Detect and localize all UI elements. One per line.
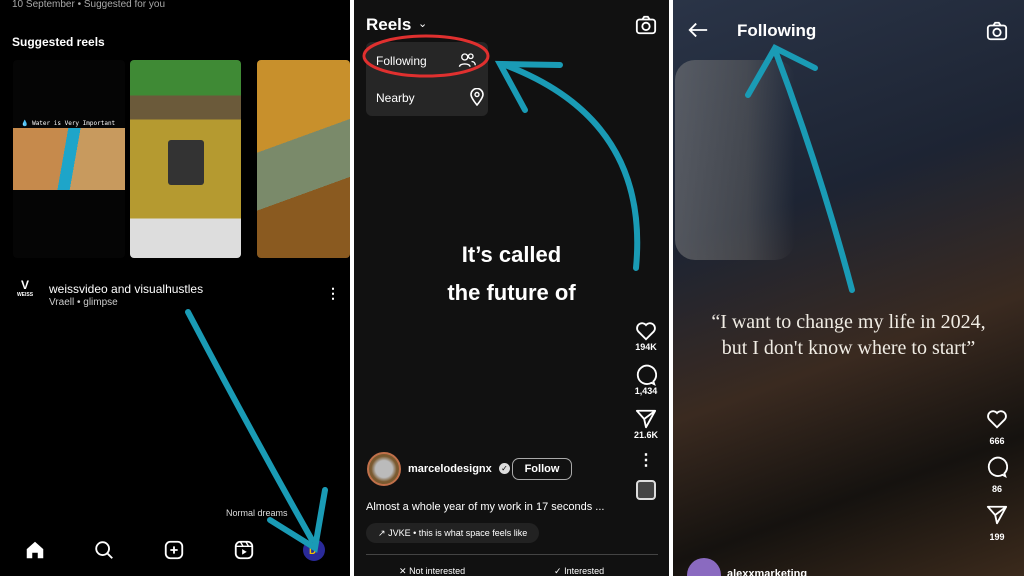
audio-thumbnail[interactable] [636, 480, 656, 500]
divider [366, 554, 658, 555]
close-icon: ✕ [399, 566, 407, 576]
interested-button[interactable]: ✓ Interested [554, 566, 604, 576]
heart-icon[interactable] [626, 320, 666, 342]
comment-icon[interactable] [626, 364, 666, 386]
more-options-icon[interactable]: ⋮ [326, 285, 340, 302]
reels-icon[interactable] [233, 539, 255, 566]
post-meta: 10 September • Suggested for you [12, 0, 166, 10]
username[interactable]: marcelodesignx [408, 463, 492, 475]
share-count: 199 [989, 532, 1005, 542]
action-rail: 666 86 199 [977, 408, 1017, 542]
feed-title[interactable]: Following [737, 21, 816, 41]
video-overlay-text: It’s called the future of [447, 242, 576, 305]
thumbnail-image [13, 128, 125, 190]
comment-count: 86 [991, 484, 1002, 494]
highlight-circle [362, 34, 490, 78]
create-icon[interactable] [163, 539, 185, 566]
like-count: 666 [989, 436, 1005, 446]
section-title: Suggested reels [12, 35, 105, 49]
back-arrow-icon[interactable] [687, 20, 709, 45]
svg-text:D: D [309, 546, 316, 557]
bottom-nav: D [0, 528, 350, 576]
menu-item-nearby[interactable]: Nearby [376, 91, 415, 105]
reel-audio[interactable]: Vraell • glimpse [49, 297, 118, 308]
comment-count: 1,434 [634, 386, 658, 396]
action-rail: 194K 1,434 21.6K ⋮ [626, 320, 666, 500]
avatar[interactable] [687, 558, 721, 576]
not-interested-button[interactable]: ✕ Not interested [399, 566, 465, 576]
thumbnail-caption: 💧 Water is Very Important [21, 120, 116, 127]
overlay-text: Normal dreams [226, 508, 288, 518]
follow-button[interactable]: Follow [512, 458, 572, 480]
profile-icon[interactable]: D [302, 538, 326, 567]
comment-icon[interactable] [977, 456, 1017, 478]
share-icon[interactable] [626, 408, 666, 430]
author-avatar[interactable]: V WEISS [10, 278, 40, 298]
thumbnail-object [168, 140, 204, 185]
verified-icon: ✓ [499, 463, 510, 474]
quote-overlay: “I want to change my life in 2024, but I… [711, 311, 986, 359]
reels-panel: Reels ⌄ Following Nearby It’s called the… [354, 0, 669, 576]
avatar[interactable] [367, 452, 401, 486]
reel-thumbnail-3[interactable] [257, 60, 350, 258]
arrow-up-right-icon: ↗ [378, 528, 386, 538]
search-icon[interactable] [93, 539, 115, 566]
camera-icon[interactable] [986, 20, 1008, 42]
reel-authors[interactable]: weissvideo and visualhustles [49, 282, 203, 296]
more-options-icon[interactable]: ⋮ [626, 450, 666, 470]
video-background [675, 60, 795, 260]
heart-icon[interactable] [977, 408, 1017, 430]
camera-icon[interactable] [635, 14, 657, 36]
check-icon: ✓ [554, 566, 562, 576]
caption[interactable]: Almost a whole year of my work in 17 sec… [366, 501, 604, 513]
audio-chip[interactable]: ↗ JVKE • this is what space feels like [366, 523, 540, 543]
username[interactable]: alexxmarketing [727, 568, 807, 576]
like-count: 194K [635, 342, 657, 352]
suggested-reels-panel: 10 September • Suggested for you Suggest… [0, 0, 350, 576]
reel-thumbnail-1[interactable]: 💧 Water is Very Important [13, 60, 125, 258]
share-icon[interactable] [977, 504, 1017, 526]
reel-thumbnail-2[interactable] [130, 60, 241, 258]
following-feed-panel: Following “I want to change my life in 2… [673, 0, 1024, 576]
home-icon[interactable] [24, 539, 46, 566]
share-count: 21.6K [633, 430, 659, 440]
location-pin-icon [470, 87, 484, 111]
